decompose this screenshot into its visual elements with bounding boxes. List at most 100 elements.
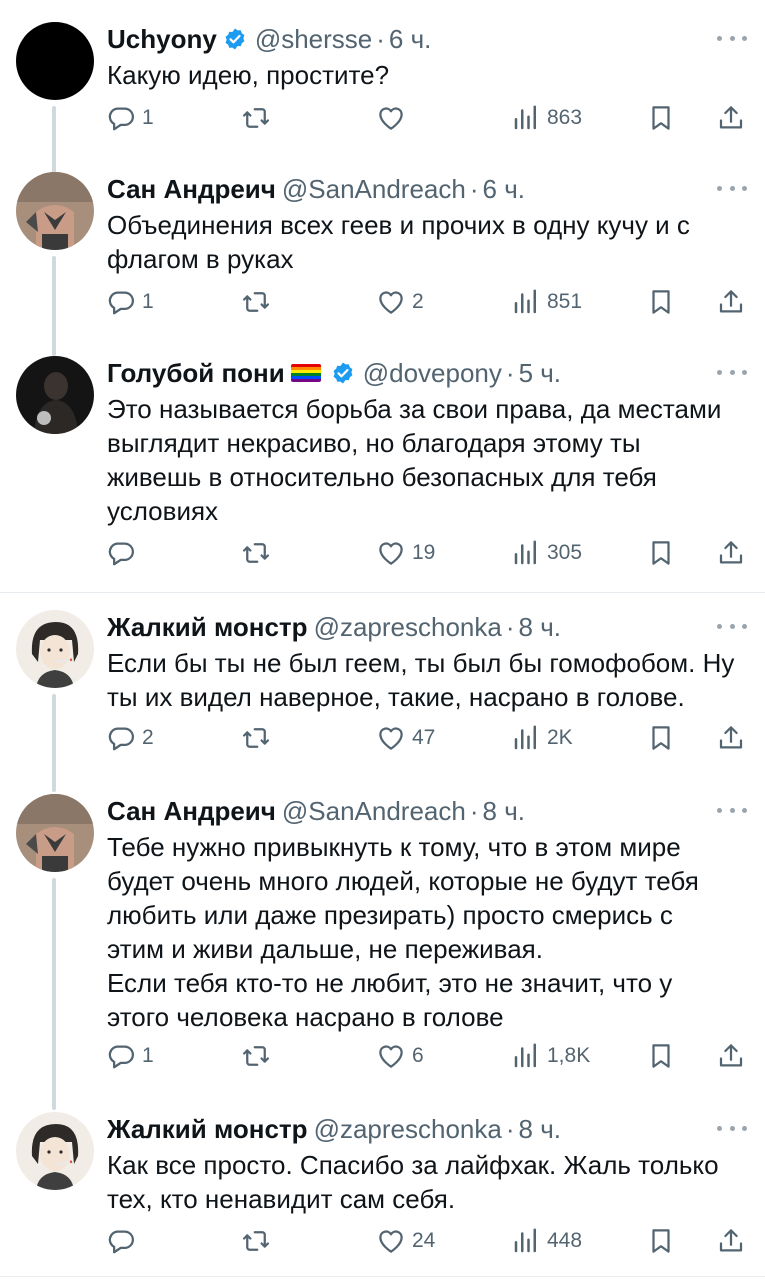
author-name[interactable]: Сан Андреич: [107, 174, 276, 205]
repost-button[interactable]: [241, 1221, 277, 1261]
repost-button[interactable]: [241, 1036, 277, 1076]
avatar[interactable]: [16, 1112, 94, 1190]
tweet-text-line: живешь в относительно безопасных для теб…: [107, 462, 657, 492]
repost-arrows-icon: [243, 1231, 269, 1251]
upload-icon: [719, 726, 743, 749]
views-button[interactable]: 2K: [511, 718, 573, 758]
bookmark-icon: [652, 1044, 670, 1068]
views-button[interactable]: 305: [511, 533, 582, 573]
reply-button[interactable]: [106, 533, 142, 573]
bookmark-button[interactable]: [646, 282, 676, 322]
tweet-text-line: тех, кто ненавидит сам себя.: [107, 1184, 456, 1214]
author-handle[interactable]: @zapreschonka: [314, 612, 502, 643]
separator-dot: ·: [505, 611, 515, 642]
tweet-header: Uchyony @shersse · 6 ч.: [107, 22, 705, 56]
views-button[interactable]: 448: [511, 1221, 582, 1261]
speech-bubble-icon: [108, 291, 134, 315]
action-bar: 2 47 2K: [0, 718, 765, 758]
author-name[interactable]: Uchyony: [107, 24, 217, 55]
timestamp[interactable]: 8 ч.: [483, 796, 525, 827]
share-button[interactable]: [716, 533, 746, 573]
views-button[interactable]: 863: [511, 98, 582, 138]
author-handle[interactable]: @shersse: [255, 24, 372, 55]
speech-bubble-icon: [108, 1230, 134, 1254]
timestamp[interactable]: 5 ч.: [519, 358, 561, 389]
timestamp[interactable]: 8 ч.: [519, 612, 561, 643]
more-options-ellipsis-icon[interactable]: [717, 616, 747, 636]
bookmark-button[interactable]: [646, 533, 676, 573]
more-options-ellipsis-icon[interactable]: [717, 178, 747, 198]
tweet-text-line: этого человека насрано в голове: [107, 1002, 504, 1032]
views-button[interactable]: 1,8K: [511, 1036, 590, 1076]
tweet-text-line: этим и живи дальше, не переживая.: [107, 934, 543, 964]
more-options-ellipsis-icon[interactable]: [717, 362, 747, 382]
views-count: 448: [547, 1229, 583, 1252]
like-button[interactable]: [376, 98, 412, 138]
tweet-text-line: условиях: [107, 496, 219, 526]
avatar[interactable]: [16, 22, 94, 100]
reply-button[interactable]: 2: [106, 718, 154, 758]
heart-icon: [379, 291, 403, 314]
like-button[interactable]: 19: [376, 533, 435, 573]
reply-count: 1: [142, 106, 154, 129]
share-button[interactable]: [716, 718, 746, 758]
rainbow-flag-icon: [290, 364, 321, 382]
views-button[interactable]: 851: [511, 282, 582, 322]
author-name[interactable]: Жалкий монстр: [107, 612, 308, 643]
bar-chart-icon: [514, 289, 536, 314]
bookmark-button[interactable]: [646, 718, 676, 758]
bookmark-button[interactable]: [646, 1221, 676, 1261]
more-options-ellipsis-icon[interactable]: [717, 800, 747, 820]
heart-icon: [379, 107, 403, 130]
tweet-text: Тебе нужно привыкнуть к тому, что в этом…: [107, 830, 747, 1034]
tweet-text-line: Тебе нужно привыкнуть к тому, что в этом…: [107, 832, 681, 862]
bookmark-button[interactable]: [646, 1036, 676, 1076]
repost-arrows-icon: [243, 728, 269, 748]
bookmark-icon: [652, 1229, 670, 1253]
reply-button[interactable]: 1: [106, 98, 154, 138]
bookmark-icon: [652, 290, 670, 314]
share-button[interactable]: [716, 1221, 746, 1261]
bookmark-button[interactable]: [646, 98, 676, 138]
author-name[interactable]: Сан Андреич: [107, 796, 276, 827]
views-count: 851: [547, 290, 583, 313]
like-button[interactable]: 47: [376, 718, 435, 758]
author-handle[interactable]: @SanAndreach: [282, 174, 466, 205]
author-handle[interactable]: @dovepony: [363, 358, 502, 389]
avatar[interactable]: [16, 172, 94, 250]
like-button[interactable]: 6: [376, 1036, 424, 1076]
tweet-header: Голубой пони @dovepony · 5 ч.: [107, 356, 705, 390]
verified-badge-icon: [331, 361, 355, 385]
share-button[interactable]: [716, 282, 746, 322]
avatar[interactable]: [16, 356, 94, 434]
tweet-header: Сан Андреич @SanAndreach · 8 ч.: [107, 794, 705, 828]
avatar[interactable]: [16, 610, 94, 688]
heart-icon: [379, 1045, 403, 1068]
reply-button[interactable]: [106, 1221, 142, 1261]
timestamp[interactable]: 6 ч.: [389, 24, 431, 55]
timestamp[interactable]: 8 ч.: [519, 1114, 561, 1145]
repost-button[interactable]: [241, 718, 277, 758]
author-name[interactable]: Жалкий монстр: [107, 1114, 308, 1145]
repost-button[interactable]: [241, 282, 277, 322]
reply-button[interactable]: 1: [106, 282, 154, 322]
like-button[interactable]: 2: [376, 282, 424, 322]
author-name[interactable]: Голубой пони: [107, 358, 285, 389]
share-button[interactable]: [716, 1036, 746, 1076]
views-count: 2K: [547, 726, 573, 749]
share-button[interactable]: [716, 98, 746, 138]
separator-dot: ·: [469, 795, 479, 826]
timestamp[interactable]: 6 ч.: [483, 174, 525, 205]
more-options-ellipsis-icon[interactable]: [717, 1118, 747, 1138]
repost-button[interactable]: [241, 533, 277, 573]
avatar[interactable]: [16, 794, 94, 872]
author-handle[interactable]: @zapreschonka: [314, 1114, 502, 1145]
repost-button[interactable]: [241, 98, 277, 138]
more-options-ellipsis-icon[interactable]: [717, 28, 747, 48]
author-handle[interactable]: @SanAndreach: [282, 796, 466, 827]
speech-bubble-icon: [108, 727, 134, 751]
tweet-text-line: Это называется борьба за свои права, да …: [107, 394, 722, 424]
like-button[interactable]: 24: [376, 1221, 435, 1261]
tweet-text: Как все просто. Спасибо за лайфхак. Жаль…: [107, 1148, 747, 1216]
reply-button[interactable]: 1: [106, 1036, 154, 1076]
